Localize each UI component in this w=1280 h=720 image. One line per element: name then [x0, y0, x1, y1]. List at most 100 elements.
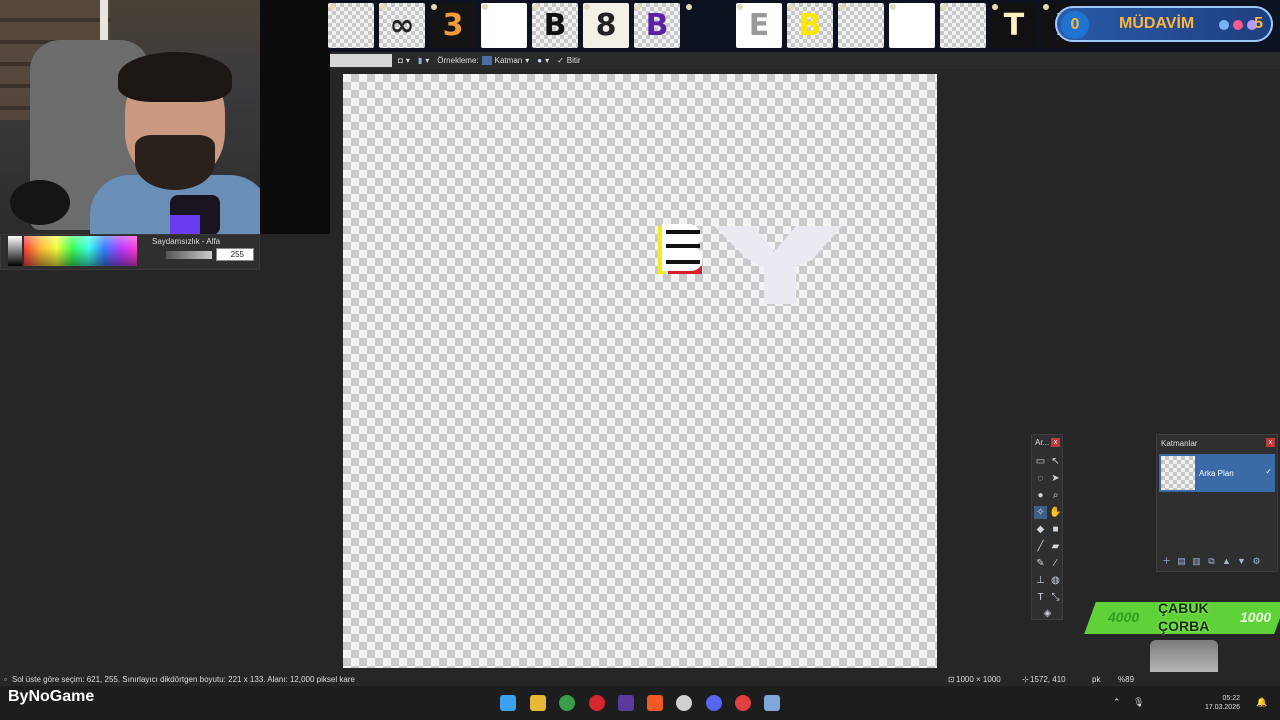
- unsaved-dot-icon: [431, 4, 437, 10]
- clock[interactable]: 05:22 17.03.2026: [1200, 694, 1240, 712]
- image-tab-thumbnail[interactable]: [685, 3, 731, 48]
- tool-field[interactable]: [330, 54, 392, 67]
- app-f-icon[interactable]: [618, 695, 634, 711]
- image-tab-thumbnail[interactable]: B: [634, 3, 680, 48]
- opacity-input[interactable]: 255: [216, 248, 254, 261]
- opacity-slider[interactable]: [166, 251, 212, 259]
- merge-layer-icon[interactable]: ⧉: [1206, 556, 1217, 567]
- unit-selector[interactable]: pk: [1092, 675, 1100, 684]
- close-icon[interactable]: x: [1266, 438, 1275, 447]
- pink-icon: [1233, 20, 1243, 30]
- obs-icon[interactable]: [735, 695, 751, 711]
- streamer-hair: [118, 52, 232, 102]
- image-tab-thumbnail[interactable]: [481, 3, 527, 48]
- image-tab-thumbnail[interactable]: [838, 3, 884, 48]
- sampling-control[interactable]: Örnekleme: Katman ▾: [437, 56, 529, 65]
- image-tab-thumbnail[interactable]: ∞: [379, 3, 425, 48]
- image-canvas[interactable]: [343, 74, 937, 668]
- windows-start-icon[interactable]: [500, 695, 516, 711]
- blend-dropdown[interactable]: ● ▾: [537, 56, 549, 65]
- image-tab-thumbnail[interactable]: [940, 3, 986, 48]
- layer-row[interactable]: Arka Plan ✓: [1159, 454, 1275, 492]
- chevron-down-icon: ▾: [525, 56, 530, 65]
- zoom-icon[interactable]: ⌕: [1049, 489, 1062, 502]
- cursor-position: 1572, 410: [1030, 675, 1066, 684]
- unsaved-dot-icon: [992, 4, 998, 10]
- chatgpt-icon[interactable]: [676, 695, 692, 711]
- opacity-label: Saydamsızlık - Alfa: [152, 237, 221, 246]
- paint-net-icon[interactable]: [764, 695, 780, 711]
- file-explorer-icon[interactable]: [530, 695, 546, 711]
- tools-panel: Ar... x ▭ ↖ ◌ ➤ ● ⌕ ✧ ✋ ◆ ■ ╱ ▰ ✎ ⁄ ⊥ ◍ …: [1031, 434, 1063, 620]
- artwork-letter-y: [714, 226, 842, 304]
- chevron-down-icon: ▾: [545, 56, 550, 65]
- layer-visible-checkbox[interactable]: ✓: [1265, 467, 1272, 476]
- lasso-icon[interactable]: ◌: [1034, 472, 1047, 485]
- mudavim-count: 0: [1061, 11, 1089, 39]
- duplicate-layer-icon[interactable]: ▥: [1191, 556, 1202, 567]
- image-tab-thumbnail[interactable]: 3: [430, 3, 476, 48]
- zoom-value[interactable]: %89: [1118, 675, 1134, 684]
- magic-wand-icon[interactable]: ✧: [1034, 506, 1047, 519]
- finish-button[interactable]: ✓ Bitir: [557, 56, 580, 65]
- image-tab-thumbnail[interactable]: E: [736, 3, 782, 48]
- color-palette[interactable]: [24, 236, 137, 266]
- gradient-icon[interactable]: ■: [1049, 523, 1062, 536]
- shapes-icon[interactable]: ◈: [1041, 607, 1054, 620]
- brand-logo: ByNoGame: [8, 688, 95, 705]
- layer-properties-icon[interactable]: ⚙: [1251, 556, 1262, 567]
- check-icon: ✓: [557, 56, 564, 65]
- line-curve-icon[interactable]: ⤡: [1049, 591, 1062, 604]
- selection-status: Sol üste göre seçim: 621, 255. Sınırlayı…: [12, 675, 355, 684]
- clone-stamp-icon[interactable]: ⊥: [1034, 574, 1047, 587]
- thumbnail-glyph: E: [748, 8, 770, 43]
- paint-bucket-icon[interactable]: ◆: [1034, 523, 1047, 536]
- grayscale-palette[interactable]: [8, 236, 22, 266]
- move-layer-up-icon[interactable]: ▲: [1221, 556, 1232, 567]
- image-tab-thumbnail[interactable]: B: [532, 3, 578, 48]
- unsaved-dot-icon: [890, 4, 896, 10]
- color-picker-icon[interactable]: ⁄: [1049, 557, 1062, 570]
- text-icon[interactable]: T: [1034, 591, 1047, 604]
- image-tab-thumbnail[interactable]: [889, 3, 935, 48]
- layers-panel-title: Katmanlar: [1161, 439, 1198, 448]
- image-tab-thumbnail[interactable]: B: [787, 3, 833, 48]
- recolor-icon[interactable]: ◍: [1049, 574, 1062, 587]
- pencil-icon[interactable]: ✎: [1034, 557, 1047, 570]
- image-tab-thumbnail[interactable]: 8: [583, 3, 629, 48]
- brush-icon[interactable]: ╱: [1034, 540, 1047, 553]
- webcam-overlay: [0, 0, 330, 234]
- thumbnail-glyph: B: [543, 8, 567, 43]
- chevron-down-icon: ▾: [405, 56, 410, 65]
- layer-swatch-icon: [481, 56, 492, 65]
- tray-chevron-icon[interactable]: ⌃: [1113, 697, 1121, 708]
- discord-icon[interactable]: [706, 695, 722, 711]
- fill-dropdown[interactable]: ▮ ▾: [418, 56, 429, 65]
- close-icon[interactable]: x: [1051, 438, 1060, 447]
- ellipse-select-icon[interactable]: ●: [1034, 489, 1047, 502]
- move-icon[interactable]: ➤: [1049, 472, 1062, 485]
- layer-actions: ＋ ▤ ▥ ⧉ ▲ ▼ ⚙: [1161, 556, 1262, 567]
- image-tab-thumbnail[interactable]: [328, 3, 374, 48]
- thumbnail-glyph: [838, 3, 884, 48]
- notification-icon[interactable]: 🔔: [1256, 697, 1267, 708]
- pan-icon[interactable]: ✋: [1049, 506, 1062, 519]
- image-tab-thumbnail[interactable]: T: [991, 3, 1037, 48]
- eraser-icon[interactable]: ▰: [1049, 540, 1062, 553]
- opera-icon[interactable]: [589, 695, 605, 711]
- cabuk-corba-overlay: 4000 ÇABUK ÇORBA 1000: [1084, 598, 1280, 638]
- layer-label: Katman: [494, 56, 523, 65]
- delete-layer-icon[interactable]: ▤: [1176, 556, 1187, 567]
- brave-icon[interactable]: [647, 695, 663, 711]
- unsaved-dot-icon: [941, 4, 947, 10]
- mic-icon[interactable]: 🎙: [1133, 697, 1144, 708]
- rect-select-icon[interactable]: ▭: [1034, 455, 1047, 468]
- layer-thumbnail: [1161, 456, 1195, 490]
- taskbar: ByNoGame ⌃ 🎙 05:22 17.03.2026 🔔: [0, 686, 1280, 720]
- selection-mode-dropdown[interactable]: ◘ ▾: [398, 56, 410, 65]
- move-layer-down-icon[interactable]: ▼: [1236, 556, 1247, 567]
- move-selection-icon[interactable]: ↖: [1049, 455, 1062, 468]
- finish-label: Bitir: [566, 56, 581, 65]
- chrome-icon[interactable]: [559, 695, 575, 711]
- add-layer-icon[interactable]: ＋: [1161, 556, 1172, 567]
